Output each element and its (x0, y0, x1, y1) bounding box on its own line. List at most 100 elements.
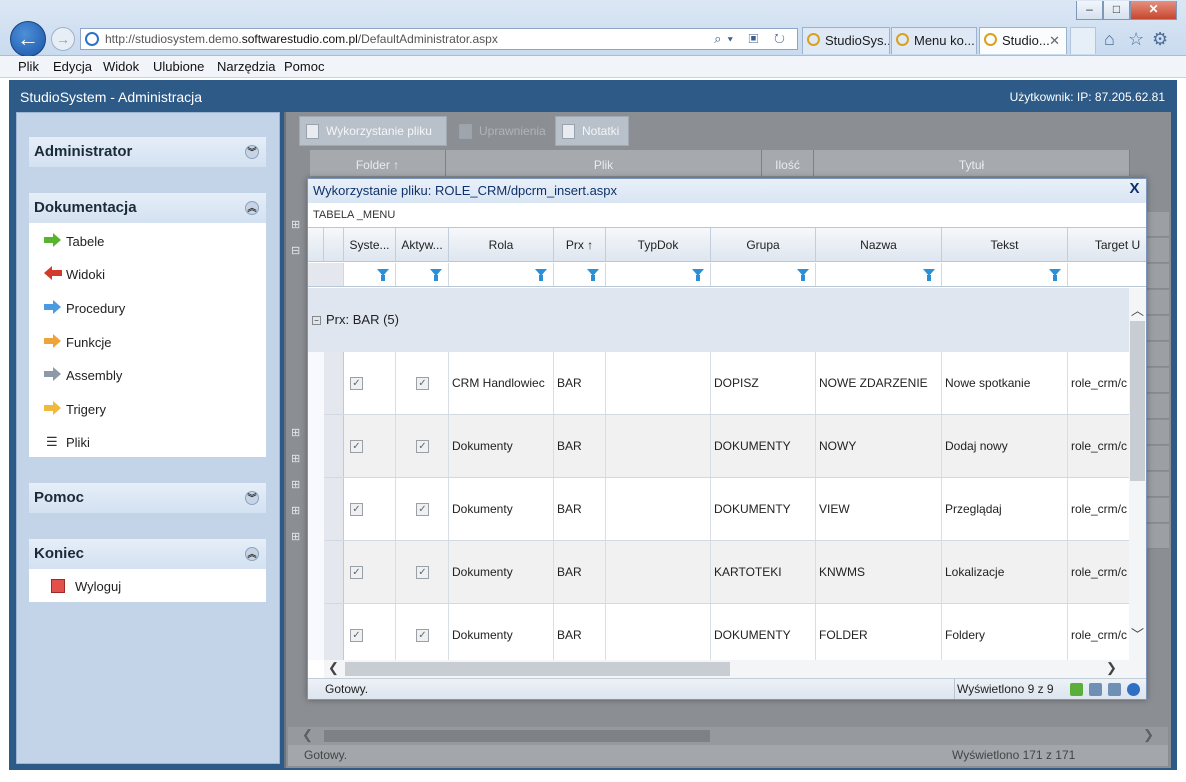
filter-typdok[interactable] (606, 263, 711, 286)
home-icon[interactable]: ⌂ (1104, 29, 1115, 50)
sidebar-item-procedury[interactable]: Procedury (44, 300, 125, 316)
favorites-star-icon[interactable]: ☆ (1128, 29, 1144, 50)
row-selector[interactable] (324, 604, 344, 660)
permissions-button[interactable]: Uprawnienia (452, 116, 550, 146)
address-bar[interactable]: http://studiosystem.demo.softwarestudio.… (80, 28, 798, 50)
checkbox-system[interactable]: ✓ (350, 566, 363, 579)
checkbox-aktywny[interactable]: ✓ (416, 440, 429, 453)
filter-tekst[interactable] (942, 263, 1068, 286)
sidebar-item-pliki[interactable]: ☰ Pliki (45, 434, 90, 450)
checkbox-aktywny[interactable]: ✓ (416, 377, 429, 390)
scroll-left-icon[interactable]: ❮ (302, 727, 313, 743)
logout-button[interactable]: Wyloguj (51, 579, 121, 594)
close-tab-icon[interactable]: ✕ (1049, 28, 1060, 53)
section-administrator[interactable]: Administrator ︾ (29, 137, 266, 167)
col-typdok[interactable]: TypDok (606, 228, 711, 261)
section-pomoc[interactable]: Pomoc ︾ (29, 483, 266, 513)
menu-narzedzia[interactable]: Narzędzia (217, 59, 276, 74)
checkbox-system[interactable]: ✓ (350, 440, 363, 453)
col-plik[interactable]: Plik (446, 150, 762, 176)
expand-icon[interactable]: ⊞ (291, 478, 300, 491)
checkbox-system[interactable]: ✓ (350, 377, 363, 390)
horizontal-scrollbar[interactable]: ❮ ❯ (288, 727, 1168, 745)
col-ilosc[interactable]: Ilość (762, 150, 814, 176)
col-rola[interactable]: Rola (449, 228, 554, 261)
back-button[interactable]: ← (10, 21, 46, 57)
new-tab-button[interactable] (1070, 27, 1096, 54)
filter-icon[interactable] (692, 269, 704, 281)
horizontal-scrollbar[interactable]: ❮ ❯ (324, 660, 1146, 678)
col-system[interactable]: Syste... (344, 228, 396, 261)
col-grupa[interactable]: Grupa (711, 228, 816, 261)
browser-tab-3[interactable]: Studio... ✕ (979, 27, 1067, 54)
expand-icon[interactable]: ⊞ (291, 218, 300, 231)
col-prx[interactable]: Prx ↑ (554, 228, 606, 261)
expand-icon[interactable]: ︾ (245, 491, 259, 505)
maximize-button[interactable]: □ (1103, 1, 1130, 20)
collapse-icon[interactable]: ⊟ (291, 244, 300, 257)
browser-tab-2[interactable]: Menu ko... (891, 27, 977, 54)
sidebar-item-assembly[interactable]: Assembly (44, 367, 122, 383)
filter-nazwa[interactable] (816, 263, 942, 286)
col-aktywny[interactable]: Aktyw... (396, 228, 449, 261)
scrollbar-thumb[interactable] (345, 662, 730, 676)
col-tytul[interactable]: Tytuł (814, 150, 1130, 176)
row-selector[interactable] (324, 352, 344, 414)
checkbox-system[interactable]: ✓ (350, 629, 363, 642)
checkbox-system[interactable]: ✓ (350, 503, 363, 516)
table-row[interactable]: ✓ ✓ Dokumenty BAR KARTOTEKI KNWMS Lokali… (324, 541, 1129, 604)
filter-icon[interactable] (535, 269, 547, 281)
menu-plik[interactable]: Plik (18, 59, 39, 74)
row-selector[interactable] (324, 415, 344, 477)
filter-prx[interactable] (554, 263, 606, 286)
expand-icon[interactable]: ⊞ (291, 530, 300, 543)
filter-aktywny[interactable] (396, 263, 449, 286)
table-row[interactable]: ✓ ✓ Dokumenty BAR DOKUMENTY FOLDER Folde… (324, 604, 1129, 660)
col-target[interactable]: Target U (1068, 228, 1146, 261)
filter-icon[interactable] (923, 269, 935, 281)
scroll-right-icon[interactable]: ❯ (1106, 660, 1117, 676)
help-icon[interactable] (1127, 683, 1140, 696)
menu-edycja[interactable]: Edycja (53, 59, 92, 74)
table-row[interactable]: ✓ ✓ Dokumenty BAR DOKUMENTY NOWY Dodaj n… (324, 415, 1129, 478)
menu-widok[interactable]: Widok (103, 59, 139, 74)
expand-icon[interactable]: ︾ (245, 145, 259, 159)
scrollbar-thumb[interactable] (1130, 321, 1145, 481)
expand-icon[interactable]: ⊞ (291, 426, 300, 439)
checkbox-aktywny[interactable]: ✓ (416, 503, 429, 516)
row-selector[interactable] (324, 478, 344, 540)
sidebar-item-widoki[interactable]: Widoki (44, 266, 105, 282)
close-window-button[interactable]: ✕ (1130, 1, 1177, 20)
menu-ulubione[interactable]: Ulubione (153, 59, 204, 74)
scroll-up-icon[interactable]: ︿ (1131, 300, 1144, 319)
table-row[interactable]: ✓ ✓ Dokumenty BAR DOKUMENTY VIEW Przeglą… (324, 478, 1129, 541)
expand-icon[interactable]: ⊞ (291, 504, 300, 517)
gear-icon[interactable]: ⚙ (1152, 29, 1168, 50)
filter-rola[interactable] (449, 263, 554, 286)
sidebar-item-trigery[interactable]: Trigery (44, 401, 106, 417)
section-koniec[interactable]: Koniec ︽ (29, 539, 266, 569)
filter-icon[interactable] (430, 269, 442, 281)
col-folder[interactable]: Folder ↑ (310, 150, 446, 176)
checkbox-aktywny[interactable]: ✓ (416, 566, 429, 579)
col-nazwa[interactable]: Nazwa (816, 228, 942, 261)
filter-target[interactable] (1068, 263, 1146, 286)
filter-system[interactable] (344, 263, 396, 286)
forward-button[interactable]: → (51, 27, 75, 51)
row-selector[interactable] (324, 541, 344, 603)
export-icon[interactable] (1089, 683, 1102, 696)
filter-icon[interactable] (377, 269, 389, 281)
table-row[interactable]: ✓ ✓ CRM Handlowiec BAR DOPISZ NOWE ZDARZ… (324, 352, 1129, 415)
filter-icon[interactable] (1049, 269, 1061, 281)
section-dokumentacja[interactable]: Dokumentacja ︽ (29, 193, 266, 223)
filter-grupa[interactable] (711, 263, 816, 286)
dialog-title-bar[interactable]: Wykorzystanie pliku: ROLE_CRM/dpcrm_inse… (308, 179, 1146, 203)
checkbox-aktywny[interactable]: ✓ (416, 629, 429, 642)
refresh-icon[interactable] (1070, 683, 1083, 696)
group-row[interactable]: − Prx: BAR (5) (308, 288, 1129, 352)
expand-icon[interactable]: ⊞ (291, 452, 300, 465)
col-tekst[interactable]: Tekst (942, 228, 1068, 261)
collapse-icon[interactable]: ︽ (245, 201, 259, 215)
collapse-icon[interactable]: ︽ (245, 547, 259, 561)
dialog-close-button[interactable]: X (1126, 180, 1143, 198)
